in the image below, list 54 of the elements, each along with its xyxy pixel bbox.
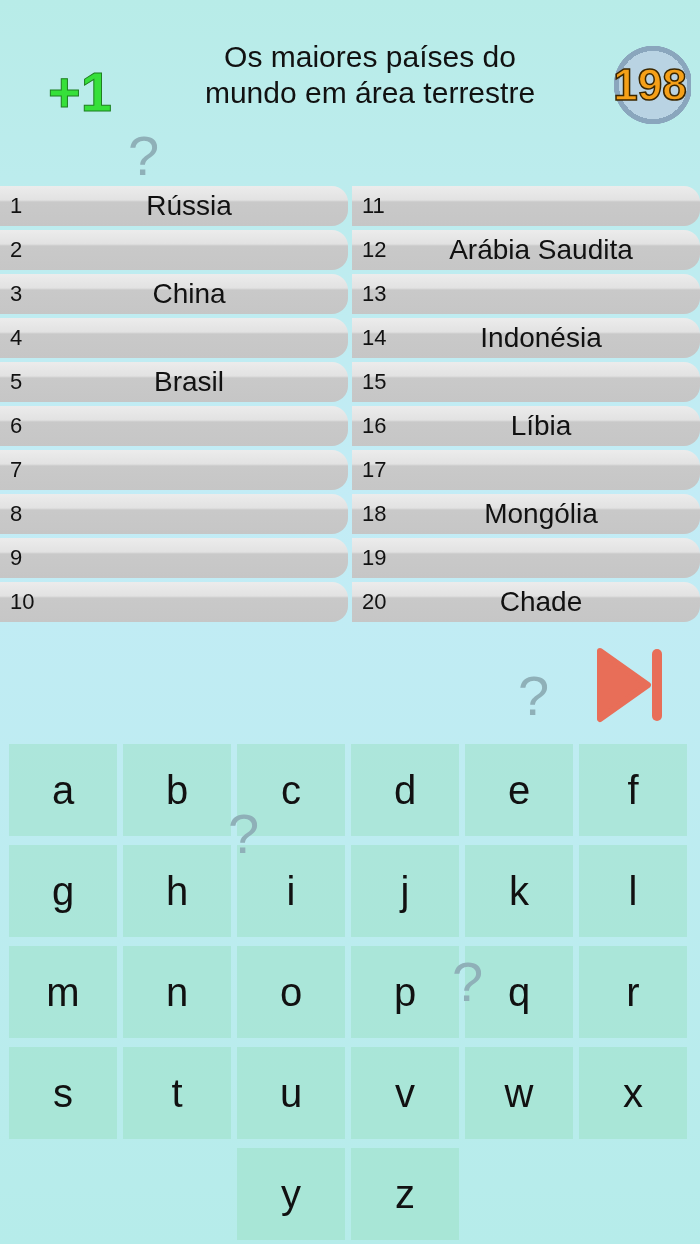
letter-key[interactable]: w	[465, 1047, 573, 1139]
slot-answer: Brasil	[153, 366, 225, 398]
slot-number: 17	[361, 457, 388, 483]
slot-number: 4	[9, 325, 24, 351]
slot-number: 13	[361, 281, 388, 307]
letter-key[interactable]: g	[9, 845, 117, 937]
slot-number: 9	[9, 545, 24, 571]
slot-answer: Rússia	[145, 190, 233, 222]
letter-key[interactable]: x	[579, 1047, 687, 1139]
letter-key[interactable]: z	[351, 1148, 459, 1240]
question-mark: ?	[128, 128, 160, 184]
letter-key[interactable]: h	[123, 845, 231, 937]
slot-number: 2	[9, 237, 24, 263]
letter-key[interactable]: b	[123, 744, 231, 836]
slot-number: 6	[9, 413, 24, 439]
letter-key[interactable]: f	[579, 744, 687, 836]
letter-key[interactable]: v	[351, 1047, 459, 1139]
slot-number: 5	[9, 369, 24, 395]
slot-number: 3	[9, 281, 24, 307]
slot-number: 11	[361, 193, 386, 219]
slot-number: 7	[9, 457, 24, 483]
slot-number: 1	[9, 193, 24, 219]
letter-key[interactable]: k	[465, 845, 573, 937]
slot-number: 10	[9, 589, 36, 615]
letter-key[interactable]: a	[9, 744, 117, 836]
score-counter: +1	[47, 58, 113, 124]
letter-key[interactable]: s	[9, 1047, 117, 1139]
question-mark: ?	[518, 668, 550, 724]
slot-number: 15	[361, 369, 388, 395]
letter-key[interactable]: m	[9, 946, 117, 1038]
slot-answer: Indonésia	[479, 322, 603, 354]
slot-number: 16	[361, 413, 388, 439]
letter-key[interactable]: e	[465, 744, 573, 836]
slot-number: 18	[361, 501, 388, 527]
slot-answer: Arábia Saudita	[448, 234, 634, 266]
letter-key[interactable]: j	[351, 845, 459, 937]
slot-answer: Líbia	[509, 410, 573, 442]
slot-answer: China	[151, 278, 227, 310]
slot-number: 14	[361, 325, 388, 351]
slot-number: 12	[361, 237, 388, 263]
letter-key[interactable]: t	[123, 1047, 231, 1139]
letter-key[interactable]: r	[579, 946, 687, 1038]
slot-number: 19	[361, 545, 388, 571]
letter-key[interactable]: y	[237, 1148, 345, 1240]
slot-answer: Mongólia	[483, 498, 599, 530]
letter-key[interactable]: u	[237, 1047, 345, 1139]
letter-key[interactable]: o	[237, 946, 345, 1038]
slot-number: 8	[9, 501, 24, 527]
letter-key[interactable]: l	[579, 845, 687, 937]
slot-number: 20	[361, 589, 388, 615]
slot-answer: Chade	[498, 586, 584, 618]
letter-key[interactable]: n	[123, 946, 231, 1038]
letter-key[interactable]: d	[351, 744, 459, 836]
quiz-title: Os maiores países do mundo em área terrestre	[203, 39, 537, 111]
